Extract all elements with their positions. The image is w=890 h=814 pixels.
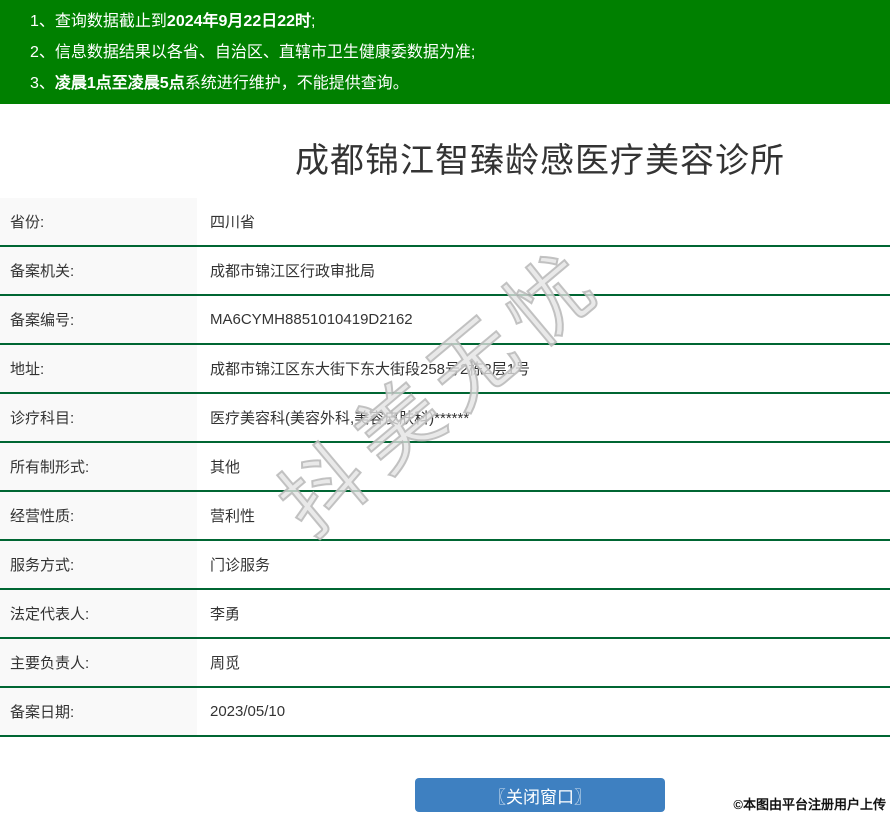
row-label: 服务方式: bbox=[0, 541, 197, 588]
page-title: 成都锦江智臻龄感医疗美容诊所 bbox=[0, 137, 890, 185]
upload-credit-note: ©本图由平台注册用户上传 bbox=[733, 794, 886, 813]
notice-line-1: 1、查询数据截止到2024年9月22日22时; bbox=[30, 6, 890, 37]
table-row-medical-subjects: 诊疗科目: 医疗美容科(美容外科,美容皮肤科)****** bbox=[0, 394, 890, 443]
notice-1-number: 1、 bbox=[30, 13, 55, 30]
row-label: 法定代表人: bbox=[0, 590, 197, 637]
row-label: 备案日期: bbox=[0, 688, 197, 735]
row-label: 诊疗科目: bbox=[0, 394, 197, 441]
record-table: 省份: 四川省 备案机关: 成都市锦江区行政审批局 备案编号: MA6CYMH8… bbox=[0, 198, 890, 737]
notice-1-text: 查询数据截止到 bbox=[55, 13, 167, 30]
row-value: 周觅 bbox=[197, 639, 890, 686]
notice-2-text: 信息数据结果以各省、自治区、直辖市卫生健康委数据为准; bbox=[55, 44, 475, 61]
row-value: 成都市锦江区行政审批局 bbox=[197, 247, 890, 294]
table-row-principal: 主要负责人: 周觅 bbox=[0, 639, 890, 688]
table-row-province: 省份: 四川省 bbox=[0, 198, 890, 247]
row-label: 地址: bbox=[0, 345, 197, 392]
row-value: 营利性 bbox=[197, 492, 890, 539]
table-row-service-mode: 服务方式: 门诊服务 bbox=[0, 541, 890, 590]
row-label: 所有制形式: bbox=[0, 443, 197, 490]
notice-line-2: 2、信息数据结果以各省、自治区、直辖市卫生健康委数据为准; bbox=[30, 37, 890, 68]
notice-line-3: 3、凌晨1点至凌晨5点系统进行维护，不能提供查询。 bbox=[30, 68, 890, 99]
row-value: 成都市锦江区东大街下东大街段258号2栋2层1号 bbox=[197, 345, 890, 392]
table-row-filing-date: 备案日期: 2023/05/10 bbox=[0, 688, 890, 737]
row-label: 主要负责人: bbox=[0, 639, 197, 686]
row-label: 经营性质: bbox=[0, 492, 197, 539]
row-value: 医疗美容科(美容外科,美容皮肤科)****** bbox=[197, 394, 890, 441]
row-value: 四川省 bbox=[197, 198, 890, 245]
row-label: 备案编号: bbox=[0, 296, 197, 343]
notice-3-number: 3、 bbox=[30, 75, 55, 92]
table-row-filing-authority: 备案机关: 成都市锦江区行政审批局 bbox=[0, 247, 890, 296]
row-label: 省份: bbox=[0, 198, 197, 245]
notice-2-number: 2、 bbox=[30, 44, 55, 61]
notice-3-bold: 凌晨1点至凌晨5点 bbox=[55, 75, 185, 92]
table-row-ownership: 所有制形式: 其他 bbox=[0, 443, 890, 492]
notice-bar: 1、查询数据截止到2024年9月22日22时; 2、信息数据结果以各省、自治区、… bbox=[0, 0, 890, 104]
row-value: MA6CYMH8851010419D2162 bbox=[197, 296, 890, 343]
row-value: 李勇 bbox=[197, 590, 890, 637]
page: 1、查询数据截止到2024年9月22日22时; 2、信息数据结果以各省、自治区、… bbox=[0, 0, 890, 812]
notice-3-tail: 系统进行维护，不能提供查询。 bbox=[185, 75, 409, 92]
notice-1-bold: 2024年9月22日22时 bbox=[167, 13, 311, 30]
row-label: 备案机关: bbox=[0, 247, 197, 294]
table-row-business-nature: 经营性质: 营利性 bbox=[0, 492, 890, 541]
close-window-button[interactable]: 〖关闭窗口〗 bbox=[415, 778, 665, 812]
table-row-address: 地址: 成都市锦江区东大街下东大街段258号2栋2层1号 bbox=[0, 345, 890, 394]
row-value: 2023/05/10 bbox=[197, 688, 890, 735]
row-value: 其他 bbox=[197, 443, 890, 490]
table-row-legal-representative: 法定代表人: 李勇 bbox=[0, 590, 890, 639]
row-value: 门诊服务 bbox=[197, 541, 890, 588]
notice-1-tail: ; bbox=[311, 13, 315, 30]
table-row-filing-number: 备案编号: MA6CYMH8851010419D2162 bbox=[0, 296, 890, 345]
